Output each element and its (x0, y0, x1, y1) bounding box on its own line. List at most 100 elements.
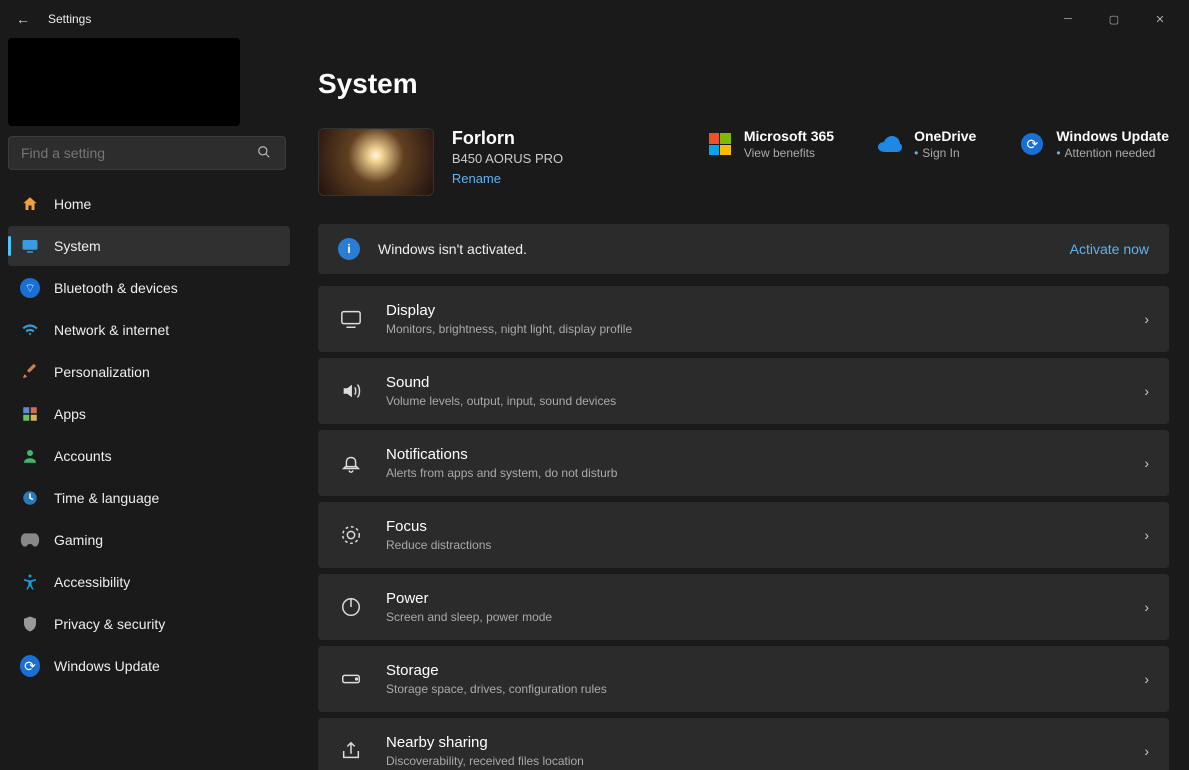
gamepad-icon (20, 530, 40, 550)
row-title: Focus (386, 518, 1134, 535)
nav-accounts[interactable]: Accounts (8, 436, 290, 476)
main-content: System Forlorn B450 AORUS PRO Rename Mic… (298, 38, 1189, 770)
nav-system[interactable]: System (8, 226, 290, 266)
onedrive-icon (878, 132, 902, 156)
tile-microsoft365[interactable]: Microsoft 365 View benefits (708, 128, 834, 160)
nav-label: Personalization (54, 364, 150, 380)
nav-privacy[interactable]: Privacy & security (8, 604, 290, 644)
row-display[interactable]: Display Monitors, brightness, night ligh… (318, 286, 1169, 352)
tile-onedrive[interactable]: OneDrive •Sign In (878, 128, 976, 160)
row-storage[interactable]: Storage Storage space, drives, configura… (318, 646, 1169, 712)
chevron-right-icon: › (1144, 383, 1149, 399)
row-sub: Discoverability, received files location (386, 754, 1134, 768)
nav-apps[interactable]: Apps (8, 394, 290, 434)
activation-banner: i Windows isn't activated. Activate now (318, 224, 1169, 274)
tile-sub: View benefits (744, 146, 834, 160)
rename-link[interactable]: Rename (452, 171, 501, 186)
person-icon (20, 446, 40, 466)
nav-label: Accounts (54, 448, 112, 464)
back-icon[interactable]: ← (16, 11, 30, 27)
chevron-right-icon: › (1144, 455, 1149, 471)
search-icon[interactable] (243, 145, 285, 162)
nav-label: Network & internet (54, 322, 169, 338)
row-nearby-sharing[interactable]: Nearby sharing Discoverability, received… (318, 718, 1169, 770)
tile-title: OneDrive (914, 128, 976, 144)
focus-icon (338, 522, 364, 548)
row-sound[interactable]: Sound Volume levels, output, input, soun… (318, 358, 1169, 424)
nav-network[interactable]: Network & internet (8, 310, 290, 350)
windows-update-icon: ⟳ (1020, 132, 1044, 156)
pc-model: B450 AORUS PRO (452, 151, 672, 166)
minimize-button[interactable]: ─ (1045, 3, 1091, 35)
chevron-right-icon: › (1144, 527, 1149, 543)
display-icon (338, 306, 364, 332)
bluetooth-icon: ⌔ (20, 278, 40, 298)
search-field[interactable] (8, 136, 286, 170)
tile-title: Windows Update (1056, 128, 1169, 144)
tile-windows-update[interactable]: ⟳ Windows Update •Attention needed (1020, 128, 1169, 160)
sound-icon (338, 378, 364, 404)
chevron-right-icon: › (1144, 599, 1149, 615)
nav-label: Bluetooth & devices (54, 280, 178, 296)
row-title: Storage (386, 662, 1134, 679)
nav-label: Accessibility (54, 574, 130, 590)
power-icon (338, 594, 364, 620)
row-sub: Storage space, drives, configuration rul… (386, 682, 1134, 696)
nav-label: Gaming (54, 532, 103, 548)
row-title: Sound (386, 374, 1134, 391)
nav-label: Privacy & security (54, 616, 165, 632)
row-sub: Screen and sleep, power mode (386, 610, 1134, 624)
nav-home[interactable]: Home (8, 184, 290, 224)
activate-now-link[interactable]: Activate now (1070, 241, 1149, 257)
titlebar: ← Settings ─ ▢ ✕ (0, 0, 1189, 38)
banner-text: Windows isn't activated. (378, 241, 1070, 257)
maximize-button[interactable]: ▢ (1091, 3, 1137, 35)
search-input[interactable] (9, 145, 243, 161)
nav-accessibility[interactable]: Accessibility (8, 562, 290, 602)
nav-bluetooth[interactable]: ⌔ Bluetooth & devices (8, 268, 290, 308)
tile-title: Microsoft 365 (744, 128, 834, 144)
row-power[interactable]: Power Screen and sleep, power mode › (318, 574, 1169, 640)
close-button[interactable]: ✕ (1137, 3, 1183, 35)
nav-personalization[interactable]: Personalization (8, 352, 290, 392)
storage-icon (338, 666, 364, 692)
info-icon: i (338, 238, 360, 260)
chevron-right-icon: › (1144, 671, 1149, 687)
row-title: Power (386, 590, 1134, 607)
share-icon (338, 738, 364, 764)
chevron-right-icon: › (1144, 311, 1149, 327)
sidebar: Home System ⌔ Bluetooth & devices Networ… (0, 38, 298, 770)
nav-label: Home (54, 196, 91, 212)
row-sub: Reduce distractions (386, 538, 1134, 552)
accessibility-icon (20, 572, 40, 592)
row-title: Nearby sharing (386, 734, 1134, 751)
nav-windows-update[interactable]: ⟳ Windows Update (8, 646, 290, 686)
window-title: Settings (48, 12, 91, 26)
nav-label: System (54, 238, 101, 254)
shield-icon (20, 614, 40, 634)
nav: Home System ⌔ Bluetooth & devices Networ… (8, 184, 290, 686)
chevron-right-icon: › (1144, 743, 1149, 759)
row-title: Display (386, 302, 1134, 319)
row-sub: Alerts from apps and system, do not dist… (386, 466, 1134, 480)
nav-time[interactable]: Time & language (8, 478, 290, 518)
nav-label: Apps (54, 406, 86, 422)
nav-gaming[interactable]: Gaming (8, 520, 290, 560)
nav-label: Time & language (54, 490, 159, 506)
sync-icon: ⟳ (20, 656, 40, 676)
tile-sub: •Attention needed (1056, 146, 1169, 160)
row-focus[interactable]: Focus Reduce distractions › (318, 502, 1169, 568)
row-sub: Volume levels, output, input, sound devi… (386, 394, 1134, 408)
brush-icon (20, 362, 40, 382)
wifi-icon (20, 320, 40, 340)
nav-label: Windows Update (54, 658, 160, 674)
desktop-preview-thumbnail[interactable] (318, 128, 434, 196)
row-notifications[interactable]: Notifications Alerts from apps and syste… (318, 430, 1169, 496)
page-title: System (318, 68, 1169, 100)
pc-name: Forlorn (452, 128, 672, 149)
apps-icon (20, 404, 40, 424)
monitor-icon (20, 236, 40, 256)
row-sub: Monitors, brightness, night light, displ… (386, 322, 1134, 336)
account-card[interactable] (8, 38, 240, 126)
home-icon (20, 194, 40, 214)
